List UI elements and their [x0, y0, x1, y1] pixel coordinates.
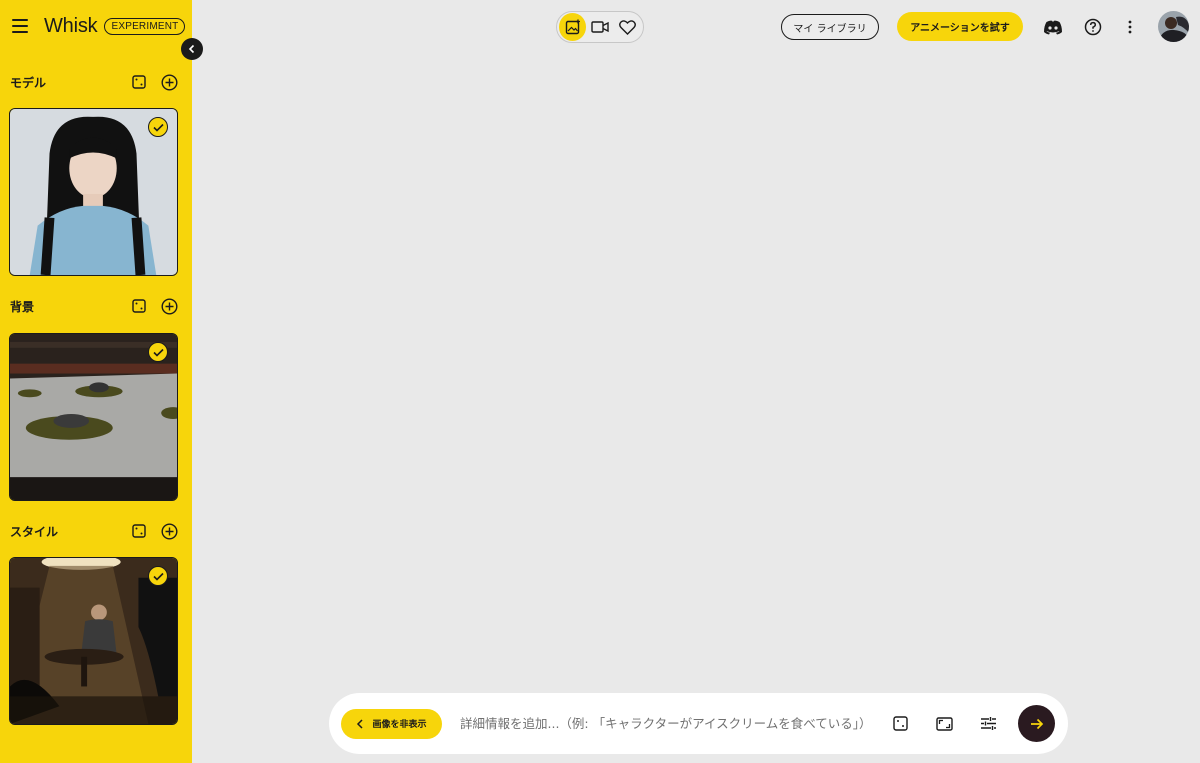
menu-icon[interactable] [12, 16, 32, 36]
experiment-badge: EXPERIMENT [104, 17, 186, 35]
video-mode-button[interactable] [586, 13, 613, 41]
dice-icon[interactable] [130, 522, 148, 540]
section-title-model: モデル [10, 75, 47, 90]
hide-images-label: 画像を非表示 [372, 720, 427, 730]
collapse-sidebar-button[interactable] [181, 38, 203, 60]
section-header-style: スタイル [10, 520, 178, 542]
random-prompt-dice-icon[interactable] [886, 710, 914, 738]
image-mode-button[interactable] [559, 13, 587, 41]
prompt-bar: 画像を非表示 [329, 693, 1068, 754]
add-circle-icon[interactable] [160, 522, 178, 540]
section-header-background: 背景 [10, 295, 178, 317]
more-vert-icon[interactable] [1117, 14, 1143, 40]
help-icon[interactable] [1080, 14, 1106, 40]
section-title-style: スタイル [10, 524, 59, 539]
section-title-background: 背景 [10, 299, 35, 314]
hide-images-button[interactable]: 画像を非表示 [341, 708, 442, 739]
try-animation-button[interactable]: アニメーションを試す [897, 12, 1023, 41]
send-button[interactable] [1018, 705, 1055, 742]
selected-check-icon[interactable] [148, 117, 168, 137]
video-camera-icon [591, 21, 609, 33]
prompt-input[interactable] [460, 716, 870, 731]
heart-icon [618, 19, 636, 35]
avatar[interactable] [1158, 11, 1189, 42]
add-circle-icon[interactable] [160, 297, 178, 315]
sidebar: Whisk EXPERIMENT モデル 背景 スタイル [0, 0, 192, 763]
settings-tune-icon[interactable] [974, 710, 1002, 738]
app-title: Whisk [44, 14, 98, 37]
selected-check-icon[interactable] [148, 566, 168, 586]
style-image-card[interactable] [9, 557, 178, 725]
discord-icon[interactable] [1040, 14, 1066, 40]
chevron-left-icon [188, 44, 195, 54]
favorites-button[interactable] [614, 13, 641, 41]
aspect-ratio-icon[interactable] [930, 710, 958, 738]
dice-icon[interactable] [130, 297, 148, 315]
selected-check-icon[interactable] [148, 342, 168, 362]
section-header-model: モデル [10, 71, 178, 93]
brand: Whisk EXPERIMENT [12, 12, 186, 40]
chevron-left-icon [357, 718, 364, 729]
add-circle-icon[interactable] [160, 73, 178, 91]
background-image-card[interactable] [9, 333, 178, 501]
mode-switcher [556, 11, 644, 43]
arrow-right-icon [1030, 718, 1043, 729]
model-image-card[interactable] [9, 108, 178, 276]
my-library-button[interactable]: マイ ライブラリ [781, 14, 879, 40]
dice-icon[interactable] [130, 73, 148, 91]
image-add-icon [565, 19, 580, 35]
